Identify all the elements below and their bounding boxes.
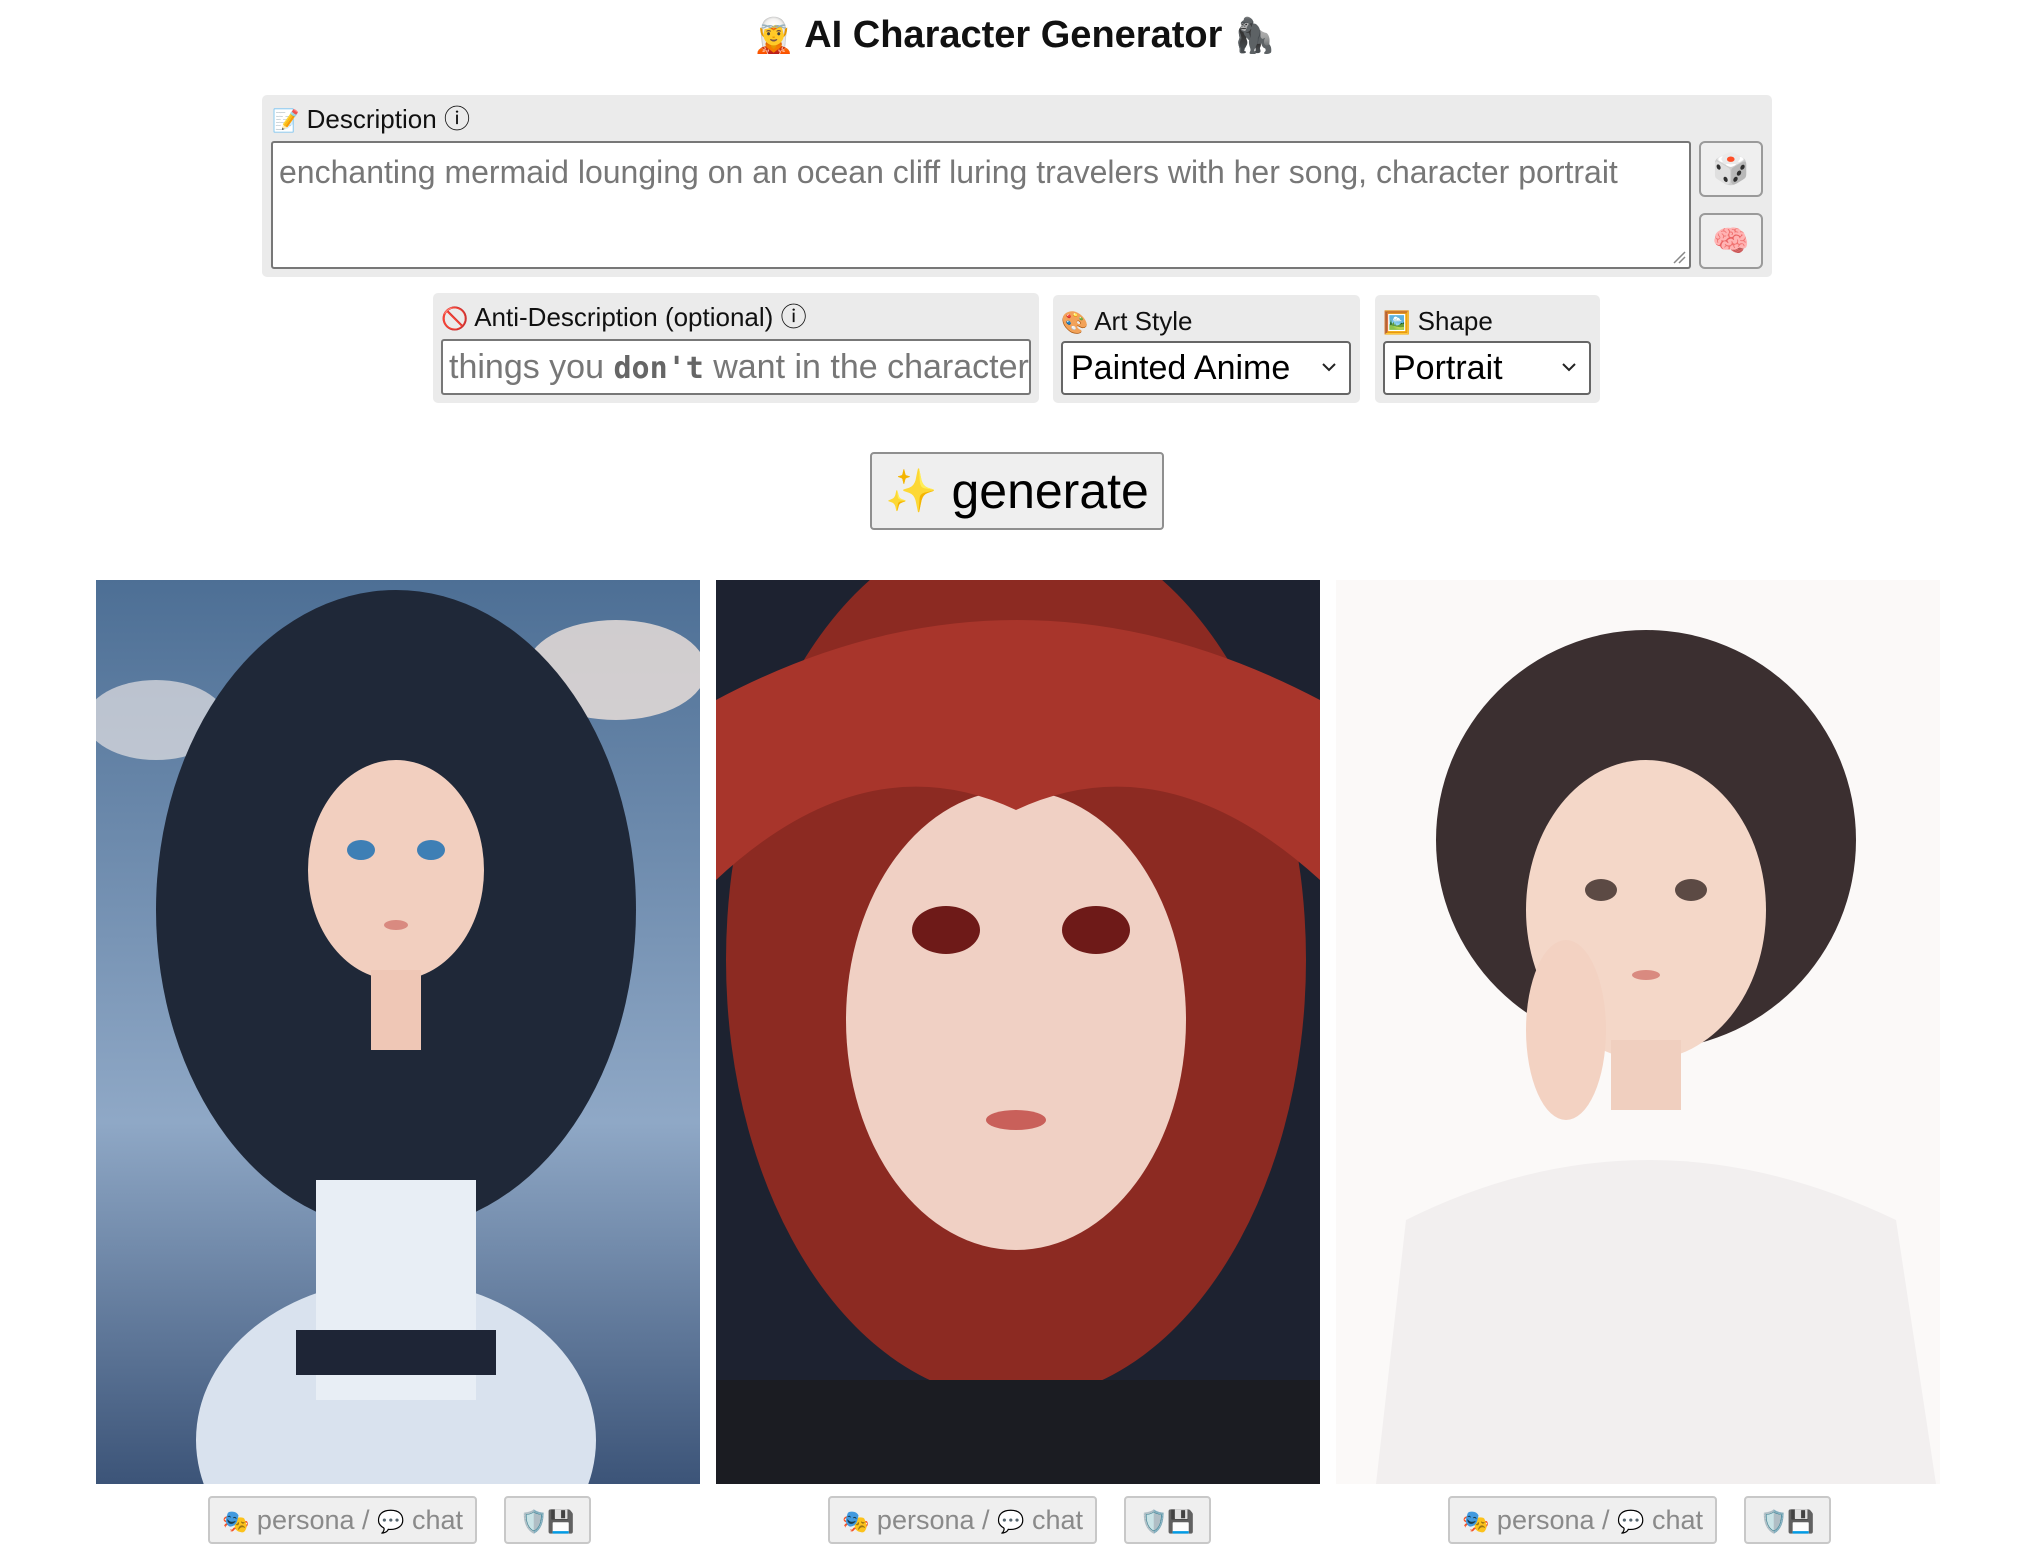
chevron-down-icon xyxy=(1562,363,1576,372)
character-image-2[interactable] xyxy=(716,580,1320,1484)
persona-label: persona xyxy=(1496,1505,1595,1535)
description-panel: 📝 Description ⓘ enchanting mermaid loung… xyxy=(262,95,1772,277)
anti-description-input[interactable]: things you don't want in the character xyxy=(441,339,1031,395)
prohibited-icon: 🚫 xyxy=(441,306,469,331)
character-illustration xyxy=(96,580,700,1484)
gorilla-emoji-icon: 🦍 xyxy=(1232,17,1276,55)
resize-grip-icon[interactable] xyxy=(1672,250,1686,264)
description-placeholder: enchanting mermaid lounging on an ocean … xyxy=(279,154,1618,190)
shield-save-icon: 🛡️💾 xyxy=(1140,1509,1195,1534)
theater-masks-icon: 🎭 xyxy=(222,1509,250,1534)
art-style-panel: 🎨 Art Style Painted Anime xyxy=(1053,295,1360,403)
art-style-label-text: Art Style xyxy=(1094,306,1193,336)
theater-masks-icon: 🎭 xyxy=(842,1509,870,1534)
separator: / xyxy=(982,1505,990,1535)
page-title: 🧝 AI Character Generator 🦍 xyxy=(0,10,2028,61)
app-title-text: AI Character Generator xyxy=(804,14,1223,56)
persona-label: persona xyxy=(256,1505,355,1535)
shape-panel: 🖼️ Shape Portrait xyxy=(1375,295,1600,403)
shape-value: Portrait xyxy=(1393,349,1503,387)
generate-button[interactable]: ✨ generate xyxy=(870,452,1164,530)
anti-description-label: 🚫 Anti-Description (optional) ⓘ xyxy=(441,301,807,335)
description-textarea[interactable]: enchanting mermaid lounging on an ocean … xyxy=(271,141,1691,269)
card-actions-1: 🎭 persona / 💬 chat 🛡️💾 xyxy=(96,1496,700,1546)
art-style-value: Painted Anime xyxy=(1071,349,1291,387)
speech-bubble-icon: 💬 xyxy=(997,1509,1025,1534)
chat-label: chat xyxy=(411,1505,464,1535)
speech-bubble-icon: 💬 xyxy=(377,1509,405,1534)
elf-emoji-icon: 🧝 xyxy=(752,17,796,55)
art-style-select[interactable]: Painted Anime xyxy=(1061,341,1351,395)
character-illustration xyxy=(716,580,1320,1484)
save-button[interactable]: 🛡️💾 xyxy=(1744,1496,1831,1544)
info-icon[interactable]: ⓘ xyxy=(444,104,470,134)
shield-save-icon: 🛡️💾 xyxy=(1760,1509,1815,1534)
shield-save-icon: 🛡️💾 xyxy=(520,1509,575,1534)
persona-chat-button[interactable]: 🎭 persona / 💬 chat xyxy=(828,1496,1098,1544)
art-style-label: 🎨 Art Style xyxy=(1061,305,1192,339)
anti-placeholder-before: things you xyxy=(449,348,614,386)
separator: / xyxy=(362,1505,370,1535)
anti-placeholder-after: want in the character xyxy=(703,348,1029,386)
separator: / xyxy=(1602,1505,1610,1535)
speech-bubble-icon: 💬 xyxy=(1617,1509,1645,1534)
description-label: 📝 Description ⓘ xyxy=(272,103,470,137)
sparkles-icon: ✨ xyxy=(885,466,938,514)
card-actions-2: 🎭 persona / 💬 chat 🛡️💾 xyxy=(716,1496,1320,1546)
dice-icon: 🎲 xyxy=(1712,152,1750,186)
shape-label-text: Shape xyxy=(1417,306,1493,336)
persona-chat-button[interactable]: 🎭 persona / 💬 chat xyxy=(1448,1496,1718,1544)
framed-picture-icon: 🖼️ xyxy=(1383,310,1411,335)
random-description-button[interactable]: 🎲 xyxy=(1699,141,1763,197)
anti-description-label-text: Anti-Description (optional) xyxy=(474,302,774,332)
persona-chat-button[interactable]: 🎭 persona / 💬 chat xyxy=(208,1496,478,1544)
chat-label: chat xyxy=(1031,1505,1084,1535)
shape-select[interactable]: Portrait xyxy=(1383,341,1591,395)
chevron-down-icon xyxy=(1322,363,1336,372)
brain-icon: 🧠 xyxy=(1712,224,1750,258)
save-button[interactable]: 🛡️💾 xyxy=(504,1496,591,1544)
character-image-3[interactable] xyxy=(1336,580,1940,1484)
memo-icon: 📝 xyxy=(272,108,300,133)
anti-description-panel: 🚫 Anti-Description (optional) ⓘ things y… xyxy=(433,293,1039,403)
info-icon[interactable]: ⓘ xyxy=(781,302,807,332)
brainstorm-button[interactable]: 🧠 xyxy=(1699,213,1763,269)
card-actions-3: 🎭 persona / 💬 chat 🛡️💾 xyxy=(1336,1496,1940,1546)
description-label-text: Description xyxy=(306,104,437,134)
palette-icon: 🎨 xyxy=(1061,310,1089,335)
anti-placeholder-bold: don't xyxy=(613,351,704,386)
save-button[interactable]: 🛡️💾 xyxy=(1124,1496,1211,1544)
character-illustration xyxy=(1336,580,1940,1484)
character-image-1[interactable] xyxy=(96,580,700,1484)
persona-label: persona xyxy=(876,1505,975,1535)
shape-label: 🖼️ Shape xyxy=(1383,305,1493,339)
theater-masks-icon: 🎭 xyxy=(1462,1509,1490,1534)
generate-label: generate xyxy=(951,463,1149,519)
chat-label: chat xyxy=(1651,1505,1704,1535)
